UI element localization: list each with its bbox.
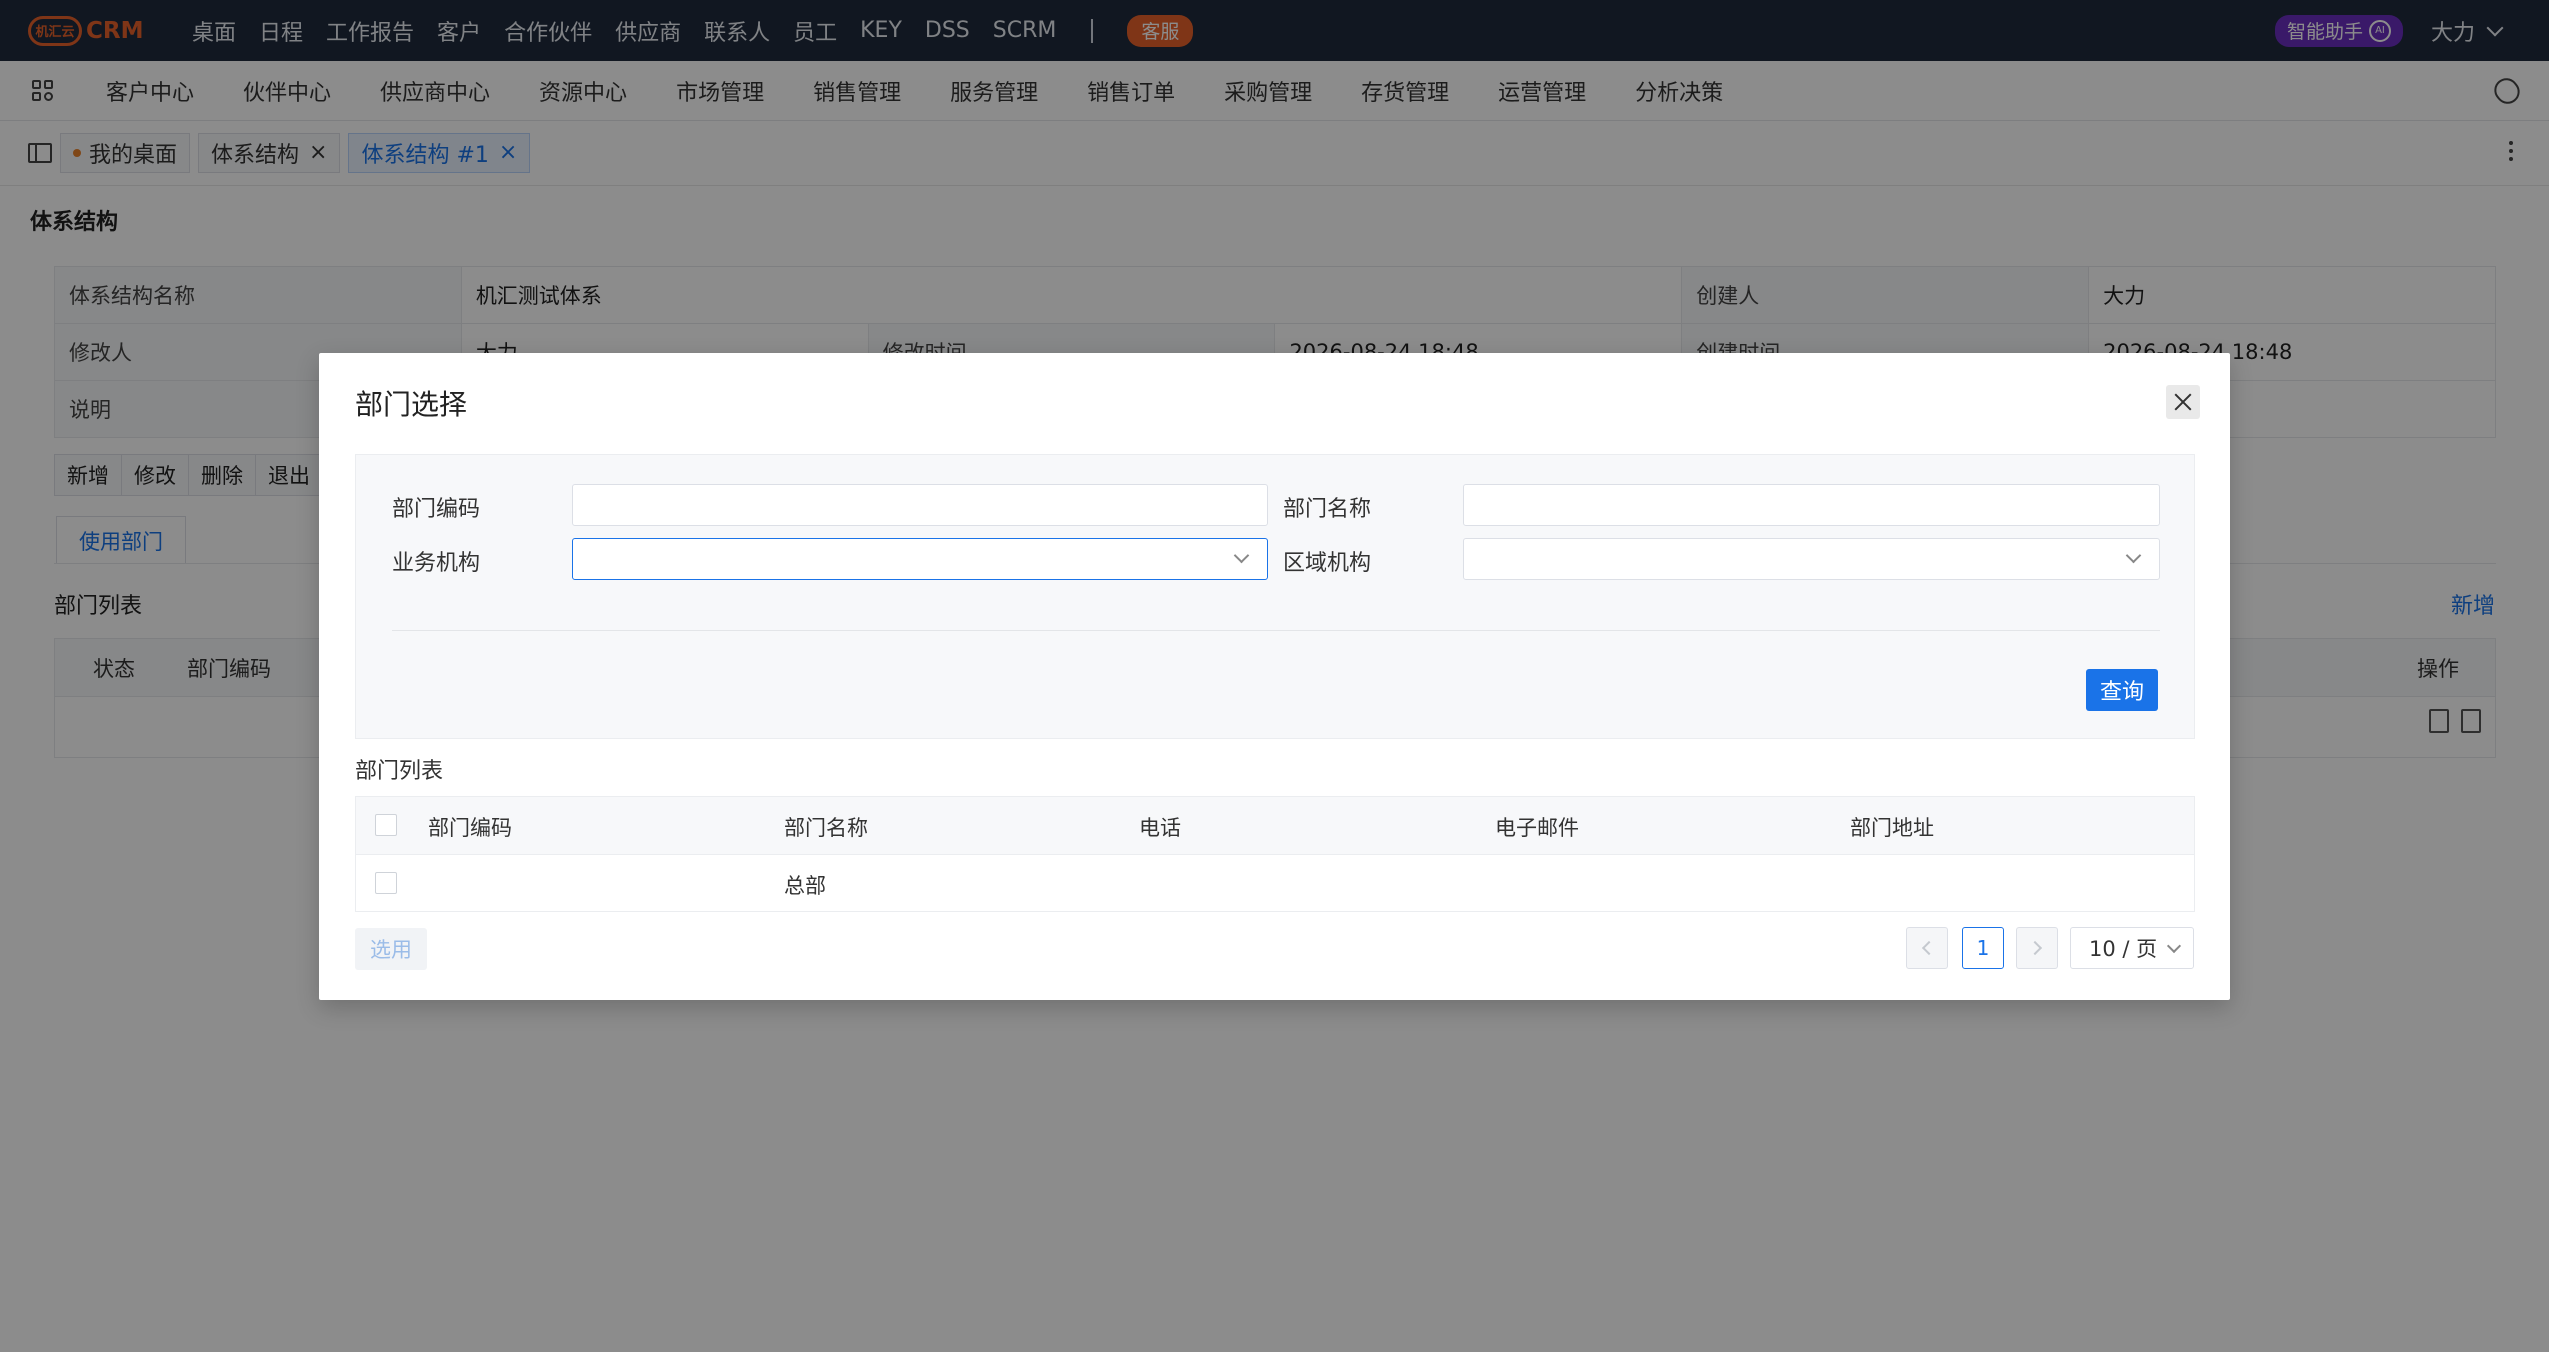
cell-dept-name: 总部 [784, 874, 826, 898]
query-panel: 部门编码 部门名称 业务机构 区域机构 查询 [355, 454, 2195, 739]
table-row[interactable]: 总部 [356, 855, 2194, 912]
column-email: 电子邮件 [1495, 816, 1579, 840]
column-dept-name: 部门名称 [784, 816, 868, 840]
close-icon[interactable] [2166, 385, 2200, 419]
column-phone: 电话 [1139, 816, 1181, 840]
chevron-down-icon [2166, 938, 2182, 954]
chevron-down-icon [1233, 547, 1250, 564]
page-1-button[interactable]: 1 [1962, 927, 2004, 969]
page-size-value: 10 / 页 [2089, 937, 2158, 961]
dept-name-input[interactable] [1463, 484, 2160, 526]
chevron-right-icon [2027, 940, 2043, 956]
column-address: 部门地址 [1850, 816, 1934, 840]
modal-title: 部门选择 [355, 388, 468, 421]
page-size-select[interactable]: 10 / 页 [2070, 927, 2194, 969]
dept-code-label: 部门编码 [392, 497, 481, 522]
dept-list-table: 部门编码 部门名称 电话 电子邮件 部门地址 总部 [355, 796, 2195, 912]
business-org-select[interactable] [572, 538, 1268, 580]
dept-select-modal: 部门选择 部门编码 部门名称 业务机构 区域机构 查询 部门列表 部门编码 部门… [319, 353, 2230, 1000]
prev-page-button[interactable] [1906, 927, 1948, 969]
next-page-button[interactable] [2016, 927, 2058, 969]
region-org-select[interactable] [1463, 538, 2160, 580]
dept-code-input[interactable] [572, 484, 1268, 526]
query-button[interactable]: 查询 [2086, 669, 2158, 711]
divider [392, 630, 2160, 631]
select-button[interactable]: 选用 [355, 928, 427, 970]
list-title: 部门列表 [355, 759, 444, 784]
chevron-left-icon [1921, 940, 1937, 956]
column-dept-code: 部门编码 [428, 816, 512, 840]
chevron-down-icon [2125, 547, 2142, 564]
table-header: 部门编码 部门名称 电话 电子邮件 部门地址 [356, 797, 2194, 855]
region-org-label: 区域机构 [1283, 551, 1372, 576]
row-checkbox[interactable] [375, 872, 397, 894]
select-all-checkbox[interactable] [375, 814, 397, 836]
business-org-label: 业务机构 [392, 551, 481, 576]
dept-name-label: 部门名称 [1283, 497, 1372, 522]
